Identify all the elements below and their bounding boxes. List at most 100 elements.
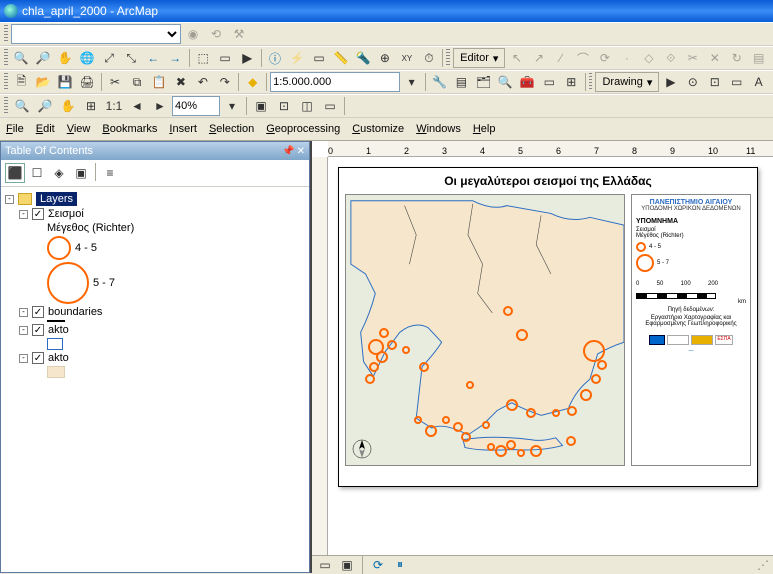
layout-view[interactable]: 01234567891011 Οι μεγαλύτεροι σεισμοί τη…: [310, 141, 773, 573]
open-icon[interactable]: 📂: [33, 71, 54, 93]
clear-selection-icon[interactable]: ▭: [215, 47, 236, 69]
model-builder-icon[interactable]: ⊞: [561, 71, 582, 93]
rotate-icon[interactable]: ⊙: [682, 71, 703, 93]
layer-checkbox[interactable]: ✓: [32, 324, 44, 336]
close-icon[interactable]: ✕: [297, 146, 305, 157]
delete-icon[interactable]: ✖: [170, 71, 191, 93]
redo-icon[interactable]: ↷: [214, 71, 235, 93]
go-forward-extent-icon[interactable]: ►: [149, 95, 171, 117]
undo-icon[interactable]: ↶: [192, 71, 213, 93]
collapse-icon[interactable]: -: [19, 354, 28, 363]
layer-name[interactable]: boundaries: [48, 306, 102, 318]
map-data-frame[interactable]: [345, 194, 625, 466]
menu-edit[interactable]: Edit: [36, 123, 55, 135]
time-slider-icon[interactable]: ⏱: [418, 47, 439, 69]
layout-zoom-in-icon[interactable]: 🔍: [11, 95, 33, 117]
menu-geoprocessing[interactable]: Geoprocessing: [266, 123, 340, 135]
earthquake-marker: [567, 406, 577, 416]
go-back-icon[interactable]: ←: [143, 47, 164, 69]
layout-page[interactable]: Οι μεγαλύτεροι σεισμοί της Ελλάδας: [338, 167, 758, 487]
menu-windows[interactable]: Windows: [416, 123, 461, 135]
layer-combo[interactable]: [11, 24, 181, 44]
zoom-whole-page-icon[interactable]: ⊞: [80, 95, 102, 117]
layer-name[interactable]: akto: [48, 324, 69, 336]
cut-icon[interactable]: ✂: [105, 71, 126, 93]
find-icon[interactable]: 🔦: [352, 47, 373, 69]
identify-icon[interactable]: ⓘ: [265, 47, 286, 69]
new-text-icon[interactable]: A: [748, 71, 769, 93]
resize-grip-icon[interactable]: ⋰: [757, 558, 769, 572]
catalog-icon[interactable]: 🗂: [473, 71, 494, 93]
toc-icon[interactable]: ▤: [451, 71, 472, 93]
editor-toolbar-icon[interactable]: 🔧: [429, 71, 450, 93]
menu-help[interactable]: Help: [473, 123, 496, 135]
menu-customize[interactable]: Customize: [352, 123, 404, 135]
find-xy-icon[interactable]: ⊕: [374, 47, 395, 69]
select-elements-icon[interactable]: ▶: [660, 71, 681, 93]
data-frame-root[interactable]: Layers: [36, 192, 77, 206]
go-to-xy-icon[interactable]: XY: [396, 47, 417, 69]
list-by-visibility-icon[interactable]: ◈: [49, 163, 69, 183]
menu-view[interactable]: View: [67, 123, 91, 135]
options-icon[interactable]: ≡: [100, 163, 120, 183]
layer-checkbox[interactable]: ✓: [32, 352, 44, 364]
menu-file[interactable]: FFileile: [6, 123, 24, 135]
search-icon[interactable]: 🔍: [495, 71, 516, 93]
html-popup-icon[interactable]: ▭: [309, 47, 330, 69]
fixed-zoom-in-icon[interactable]: ⤢: [99, 47, 120, 69]
menu-insert[interactable]: Insert: [169, 123, 197, 135]
scale-dropdown-icon[interactable]: ▾: [401, 71, 422, 93]
go-back-extent-icon[interactable]: ◄: [126, 95, 148, 117]
pause-drawing-icon[interactable]: ⏸: [391, 557, 409, 573]
pan-icon[interactable]: ✋: [55, 47, 76, 69]
collapse-icon[interactable]: -: [19, 308, 28, 317]
measure-icon[interactable]: 📏: [330, 47, 351, 69]
select-features-icon[interactable]: ⬚: [193, 47, 214, 69]
scale-combo[interactable]: [270, 72, 400, 92]
pin-icon[interactable]: 📌: [282, 146, 294, 157]
collapse-icon[interactable]: -: [19, 210, 28, 219]
select-elements-icon[interactable]: ▶: [237, 47, 258, 69]
zoom-in-icon[interactable]: 🔍: [11, 47, 32, 69]
layer-checkbox[interactable]: ✓: [32, 306, 44, 318]
layer-name[interactable]: akto: [48, 352, 69, 364]
refresh-icon[interactable]: ⟳: [369, 557, 387, 573]
copy-icon[interactable]: ⧉: [127, 71, 148, 93]
data-view-icon[interactable]: ▭: [316, 557, 334, 573]
add-data-icon[interactable]: ◆: [242, 71, 263, 93]
grip: [4, 73, 8, 91]
collapse-icon[interactable]: -: [19, 326, 28, 335]
list-by-source-icon[interactable]: ☐: [27, 163, 47, 183]
full-extent-icon[interactable]: 🌐: [77, 47, 98, 69]
layout-zoom-out-icon[interactable]: 🔎: [34, 95, 56, 117]
paste-icon[interactable]: 📋: [148, 71, 169, 93]
fixed-zoom-out-icon[interactable]: ⤡: [121, 47, 142, 69]
layout-pan-icon[interactable]: ✋: [57, 95, 79, 117]
toggle-draft-icon[interactable]: ▣: [250, 95, 272, 117]
new-icon[interactable]: 🗎: [11, 71, 32, 93]
save-icon[interactable]: 💾: [55, 71, 76, 93]
list-by-selection-icon[interactable]: ▣: [71, 163, 91, 183]
zoom-dropdown-icon[interactable]: ▾: [221, 95, 243, 117]
collapse-icon[interactable]: -: [5, 195, 14, 204]
print-icon[interactable]: 🖨: [77, 71, 98, 93]
zoom-to-selected-icon[interactable]: ⊡: [704, 71, 725, 93]
layout-view-icon[interactable]: ▣: [338, 557, 356, 573]
menu-bookmarks[interactable]: Bookmarks: [102, 123, 157, 135]
data-driven-pages-icon[interactable]: ▭: [319, 95, 341, 117]
drawing-menu[interactable]: Drawing▾: [595, 72, 659, 92]
list-by-drawing-order-icon[interactable]: ⬛: [5, 163, 25, 183]
python-icon[interactable]: ▭: [539, 71, 560, 93]
zoom-100-icon[interactable]: 1:1: [103, 95, 125, 117]
go-forward-icon[interactable]: →: [165, 47, 186, 69]
change-layout-icon[interactable]: ◫: [296, 95, 318, 117]
arctoolbox-icon[interactable]: 🧰: [517, 71, 538, 93]
focus-data-frame-icon[interactable]: ⊡: [273, 95, 295, 117]
zoom-percent-combo[interactable]: [172, 96, 220, 116]
editor-menu[interactable]: Editor▾: [453, 48, 505, 68]
zoom-out-icon[interactable]: 🔎: [33, 47, 54, 69]
new-rectangle-icon[interactable]: ▭: [726, 71, 747, 93]
menu-selection[interactable]: Selection: [209, 123, 254, 135]
layer-name[interactable]: Σεισμοί: [48, 208, 84, 220]
layer-checkbox[interactable]: ✓: [32, 208, 44, 220]
